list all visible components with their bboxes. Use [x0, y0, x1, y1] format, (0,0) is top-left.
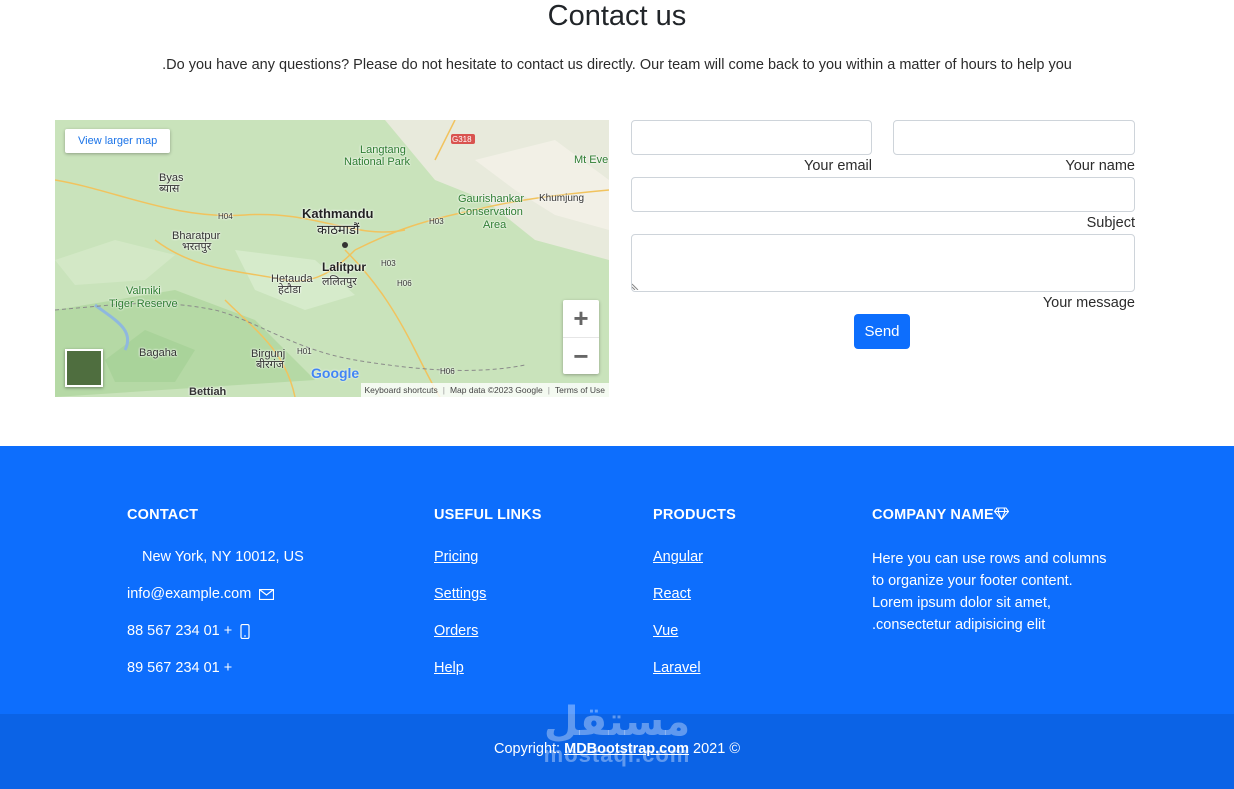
map-label-bagaha: Bagaha	[139, 347, 177, 359]
page-title: Contact us	[547, 0, 687, 32]
products-heading: PRODUCTS	[653, 507, 736, 523]
name-field[interactable]	[893, 120, 1135, 155]
subject-field[interactable]	[631, 177, 1135, 212]
company-description: Here you can use rows and columns to org…	[872, 551, 1107, 633]
link-help[interactable]: Help	[434, 659, 464, 677]
company-heading-row: COMPANY NAME	[872, 506, 1010, 524]
map-label-lalitpur-ne: ललितपुर	[322, 276, 357, 288]
map-label-birgunj-ne: बीरगंज	[256, 359, 284, 371]
keyboard-shortcuts-link[interactable]: Keyboard shortcuts	[365, 385, 438, 395]
contact-page: Contact us .Do you have any questions? P…	[0, 0, 1234, 789]
footer-contact-column: CONTACT	[127, 506, 198, 524]
map-label-langtang: Langtang	[360, 144, 406, 156]
copyright-link[interactable]: MDBootstrap.com	[564, 741, 689, 757]
map-label-valmiki: Valmiki	[126, 285, 161, 297]
company-heading: COMPANY NAME	[872, 507, 994, 523]
link-vue[interactable]: Vue	[653, 622, 678, 640]
terms-of-use-link[interactable]: Terms of Use	[543, 385, 605, 395]
gem-icon	[993, 507, 1010, 521]
useful-links-heading: USEFUL LINKS	[434, 507, 542, 523]
email-label: Your email	[804, 158, 872, 174]
map-label-national-park: National Park	[344, 156, 411, 168]
map-label-h03: H03	[429, 217, 444, 226]
footer: CONTACT New York, NY 10012, US info@exam…	[0, 446, 1234, 789]
map-label-h04: H04	[218, 212, 233, 221]
map-label-area: Area	[483, 219, 507, 231]
resize-handle-icon[interactable]	[632, 282, 640, 290]
contact-email-row: info@example.com	[127, 585, 275, 603]
map-label-byas-ne: ब्यास	[159, 183, 180, 195]
embedded-map[interactable]: View larger map Langtang National Park K…	[55, 120, 609, 397]
footer-products-column: PRODUCTS	[653, 506, 736, 524]
name-label: Your name	[1065, 158, 1135, 174]
contact-email: info@example.com	[127, 586, 252, 602]
footer-useful-links-column: USEFUL LINKS	[434, 506, 542, 524]
map-label-hetauda-ne: हेटौडा	[278, 284, 301, 296]
link-react[interactable]: React	[653, 585, 691, 603]
message-textarea[interactable]	[631, 234, 1135, 292]
map-label-lalitpur: Lalitpur	[322, 260, 366, 274]
map-label-kathmandu-ne: काठमाडौं	[317, 222, 360, 237]
map-label-conservation: Conservation	[458, 206, 523, 218]
map-label-kathmandu: Kathmandu	[302, 206, 374, 221]
envelope-icon	[259, 588, 275, 600]
send-button[interactable]: Send	[854, 314, 910, 349]
map-label-gaurishankar: Gaurishankar	[458, 193, 525, 205]
map-label-h03b: H03	[381, 259, 396, 268]
link-settings[interactable]: Settings	[434, 585, 486, 603]
map-label-khumjung: Khumjung	[539, 193, 585, 204]
link-angular[interactable]: Angular	[653, 548, 703, 566]
email-field[interactable]	[631, 120, 872, 155]
link-laravel[interactable]: Laravel	[653, 659, 701, 677]
google-logo: Google	[311, 365, 360, 381]
view-larger-map-link[interactable]: View larger map	[65, 129, 171, 153]
map-label-bharatpur-ne: भरतपुर	[182, 241, 212, 253]
contact-phone1-row: 88 567 234 01 +	[127, 622, 250, 640]
satellite-toggle-thumbnail[interactable]	[65, 349, 103, 387]
map-label-h06: H06	[397, 279, 412, 288]
map-label-g318: G318	[452, 135, 472, 144]
subject-label: Subject	[1086, 215, 1135, 231]
footer-company-column: COMPANY NAME Here you can use rows and c…	[872, 506, 1107, 633]
link-orders[interactable]: Orders	[434, 622, 478, 640]
map-attribution: Keyboard shortcutsMap data ©2023 GoogleT…	[360, 383, 609, 397]
map-zoom-controls: + −	[563, 300, 599, 374]
link-pricing[interactable]: Pricing	[434, 548, 478, 566]
mobile-phone-icon	[240, 623, 250, 639]
map-label-h01: H01	[297, 347, 312, 356]
map-data-text: Map data ©2023 Google	[438, 385, 543, 395]
copyright-text: Copyright: MDBootstrap.com 2021 ©	[494, 741, 740, 757]
contact-heading: CONTACT	[127, 507, 199, 523]
page-subtitle: .Do you have any questions? Please do no…	[162, 57, 1072, 73]
map-label-mt-everest: Mt Eve	[574, 154, 609, 166]
message-label: Your message	[1042, 295, 1135, 311]
contact-address: New York, NY 10012, US	[142, 549, 304, 565]
contact-phone2: 89 567 234 01 +	[127, 660, 233, 676]
contact-phone1: 88 567 234 01 +	[127, 623, 233, 639]
zoom-in-button[interactable]: +	[563, 300, 599, 337]
zoom-out-button[interactable]: −	[563, 337, 599, 374]
map-label-tiger-reserve: Tiger Reserve	[109, 298, 178, 310]
map-label-h06b: H06	[440, 367, 455, 376]
map-label-bettiah: Bettiah	[189, 386, 227, 397]
